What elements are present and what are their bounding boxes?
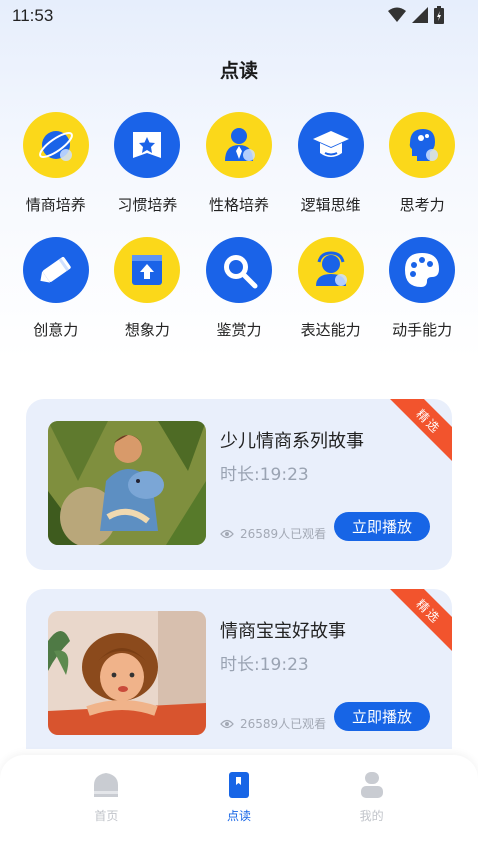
- story-title: 情商宝宝好故事: [220, 621, 346, 642]
- play-now-button[interactable]: 立即播放: [334, 512, 430, 541]
- person-tie-icon: [205, 112, 272, 178]
- category-thinking[interactable]: 思考力: [376, 112, 468, 215]
- category-imagination[interactable]: 想象力: [102, 237, 194, 340]
- category-habit[interactable]: 习惯培养: [102, 112, 194, 215]
- speaker-person-icon: [297, 237, 364, 303]
- wifi-icon: [388, 7, 406, 22]
- tab-label: 我的: [359, 809, 384, 823]
- category-creativity[interactable]: 创意力: [10, 237, 102, 340]
- battery-icon: [434, 6, 444, 24]
- story-views-text: 26589人已观看: [240, 527, 327, 541]
- magnifier-icon: [205, 237, 272, 303]
- page-title: 点读: [219, 60, 258, 82]
- tab-mine[interactable]: 我的: [332, 755, 412, 850]
- category-label: 鉴赏力: [216, 321, 262, 339]
- graduation-cap-icon: [297, 112, 364, 178]
- status-icons: [388, 6, 444, 24]
- category-label: 思考力: [399, 196, 445, 214]
- category-grid: 情商培养 习惯培养 性格培养 逻辑思维 思考力 创意力 想象力 鉴赏力 表达能力…: [10, 112, 468, 340]
- star-banner-icon: [114, 112, 181, 178]
- story-title: 少儿情商系列故事: [220, 431, 364, 452]
- upload-box-icon: [114, 237, 181, 303]
- category-emotional[interactable]: 情商培养: [10, 112, 102, 215]
- bottom-tab-bar: 首页 点读 我的: [0, 755, 478, 850]
- featured-badge: 精选: [385, 589, 452, 655]
- category-logic[interactable]: 逻辑思维: [285, 112, 377, 215]
- featured-badge: 精选: [385, 399, 452, 465]
- category-label: 创意力: [33, 321, 79, 339]
- story-thumbnail: [48, 611, 206, 735]
- tab-home[interactable]: 首页: [66, 755, 146, 850]
- story-duration: 时长:19:23: [220, 655, 309, 675]
- category-label: 表达能力: [300, 321, 361, 339]
- brain-head-icon: [389, 112, 456, 178]
- category-label: 想象力: [124, 321, 170, 339]
- status-time: 11:53: [12, 6, 54, 25]
- eye-icon: [220, 719, 234, 728]
- category-label: 逻辑思维: [300, 196, 361, 214]
- category-character[interactable]: 性格培养: [193, 112, 285, 215]
- tab-label: 点读: [226, 809, 251, 823]
- story-views-text: 26589人已观看: [240, 717, 327, 731]
- category-label: 性格培养: [208, 196, 269, 214]
- story-card[interactable]: 情商宝宝好故事 时长:19:23 26589人已观看 立即播放 精选: [26, 589, 452, 749]
- category-label: 习惯培养: [117, 196, 178, 214]
- category-handson[interactable]: 动手能力: [376, 237, 468, 340]
- status-bar: 11:53: [0, 0, 478, 34]
- home-icon: [94, 773, 119, 797]
- story-card[interactable]: 少儿情商系列故事 时长:19:23 26589人已观看 立即播放 精选: [26, 399, 452, 570]
- signal-icon: [412, 7, 428, 23]
- category-label: 动手能力: [392, 321, 453, 339]
- pencil-icon: [22, 237, 89, 303]
- user-icon: [360, 772, 383, 798]
- tab-reading[interactable]: 点读: [199, 755, 279, 850]
- palette-icon: [389, 237, 456, 303]
- category-appreciation[interactable]: 鉴赏力: [193, 237, 285, 340]
- story-duration: 时长:19:23: [220, 465, 309, 485]
- eye-icon: [220, 529, 234, 538]
- category-label: 情商培养: [25, 196, 86, 214]
- play-now-button[interactable]: 立即播放: [334, 702, 430, 731]
- story-views: 26589人已观看: [220, 525, 326, 542]
- category-expression[interactable]: 表达能力: [285, 237, 377, 340]
- story-thumbnail: [48, 421, 206, 545]
- planet-icon: [22, 112, 89, 178]
- story-views: 26589人已观看: [220, 715, 326, 732]
- tab-label: 首页: [94, 809, 119, 823]
- book-icon: [228, 772, 249, 798]
